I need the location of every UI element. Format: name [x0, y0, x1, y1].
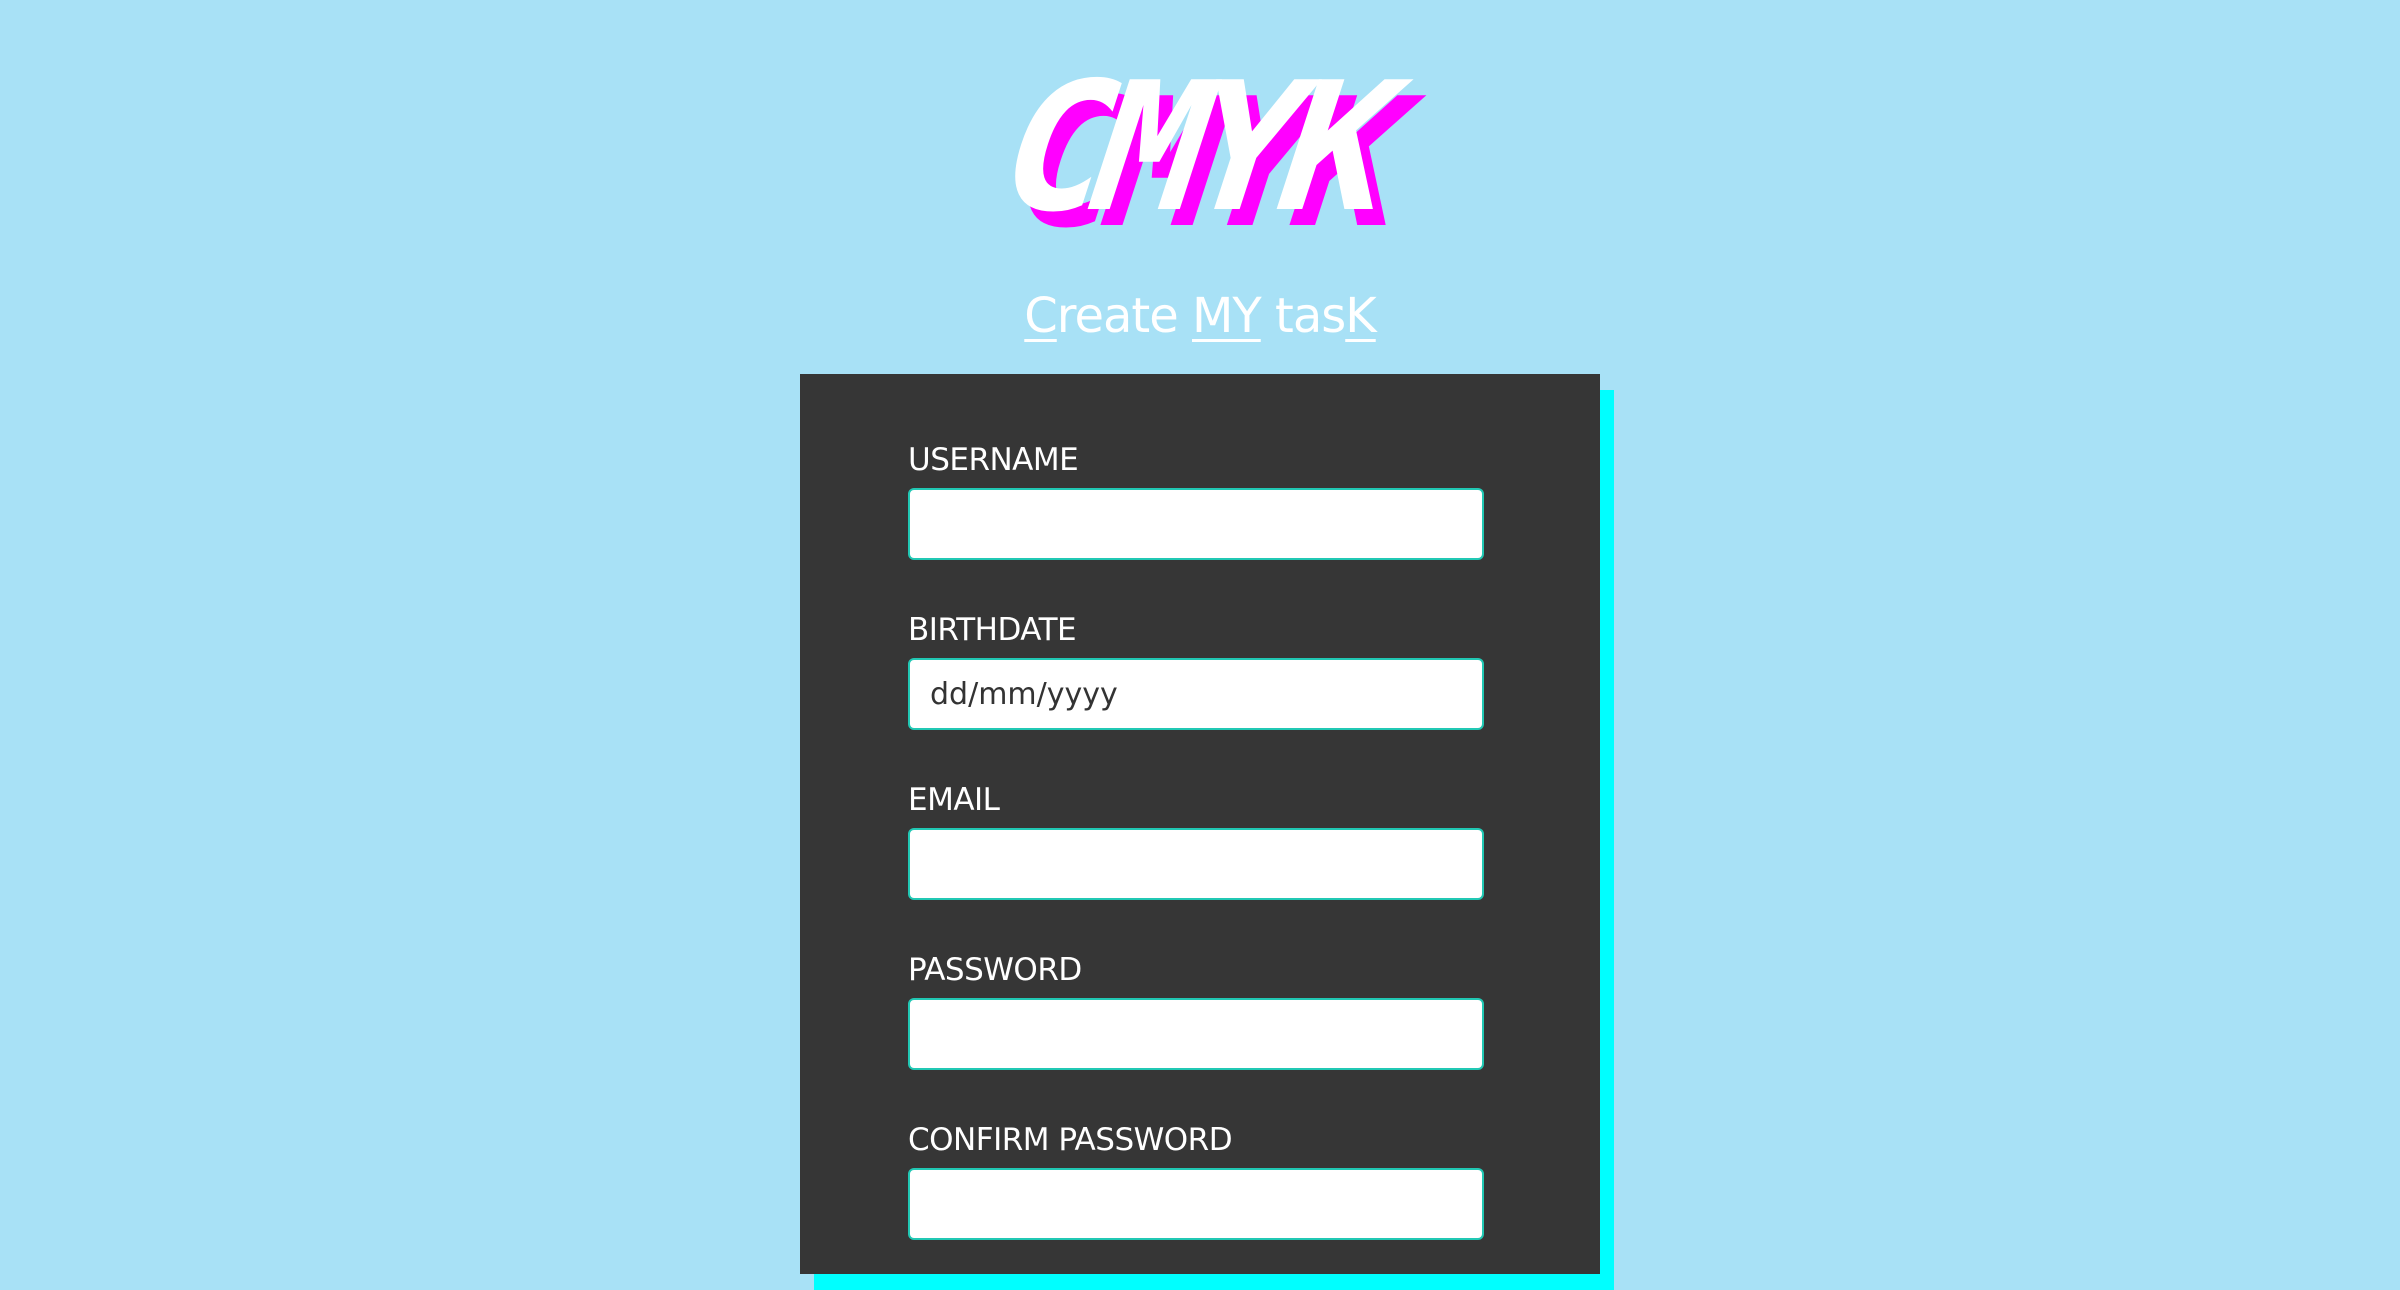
signup-form-card: USERNAME BIRTHDATE EMAIL PASSWORD CONFIR…	[800, 374, 1600, 1274]
password-input[interactable]	[908, 998, 1484, 1070]
confirm-password-label: CONFIRM PASSWORD	[908, 1122, 1233, 1158]
username-label: USERNAME	[908, 442, 1079, 478]
birthdate-input[interactable]	[908, 658, 1484, 730]
logo: CMYK CMYK	[0, 44, 2400, 268]
password-field: PASSWORD	[908, 950, 1484, 1070]
birthdate-field: BIRTHDATE	[908, 610, 1484, 730]
tagline-my: MY	[1192, 288, 1262, 344]
tagline-tas: tas	[1260, 288, 1346, 344]
tagline: Create MY tasK	[0, 280, 2400, 352]
tagline-reate: reate	[1056, 288, 1193, 344]
password-label: PASSWORD	[908, 952, 1082, 988]
confirm-password-field: CONFIRM PASSWORD	[908, 1120, 1484, 1240]
cmyk-logo: CMYK CMYK	[973, 44, 1440, 268]
username-field: USERNAME	[908, 440, 1484, 560]
tagline-k: K	[1345, 288, 1377, 344]
tagline-c: C	[1024, 288, 1058, 344]
confirm-password-input[interactable]	[908, 1168, 1484, 1240]
email-label: EMAIL	[908, 782, 1000, 818]
email-input[interactable]	[908, 828, 1484, 900]
username-input[interactable]	[908, 488, 1484, 560]
birthdate-label: BIRTHDATE	[908, 612, 1077, 648]
email-field: EMAIL	[908, 780, 1484, 900]
